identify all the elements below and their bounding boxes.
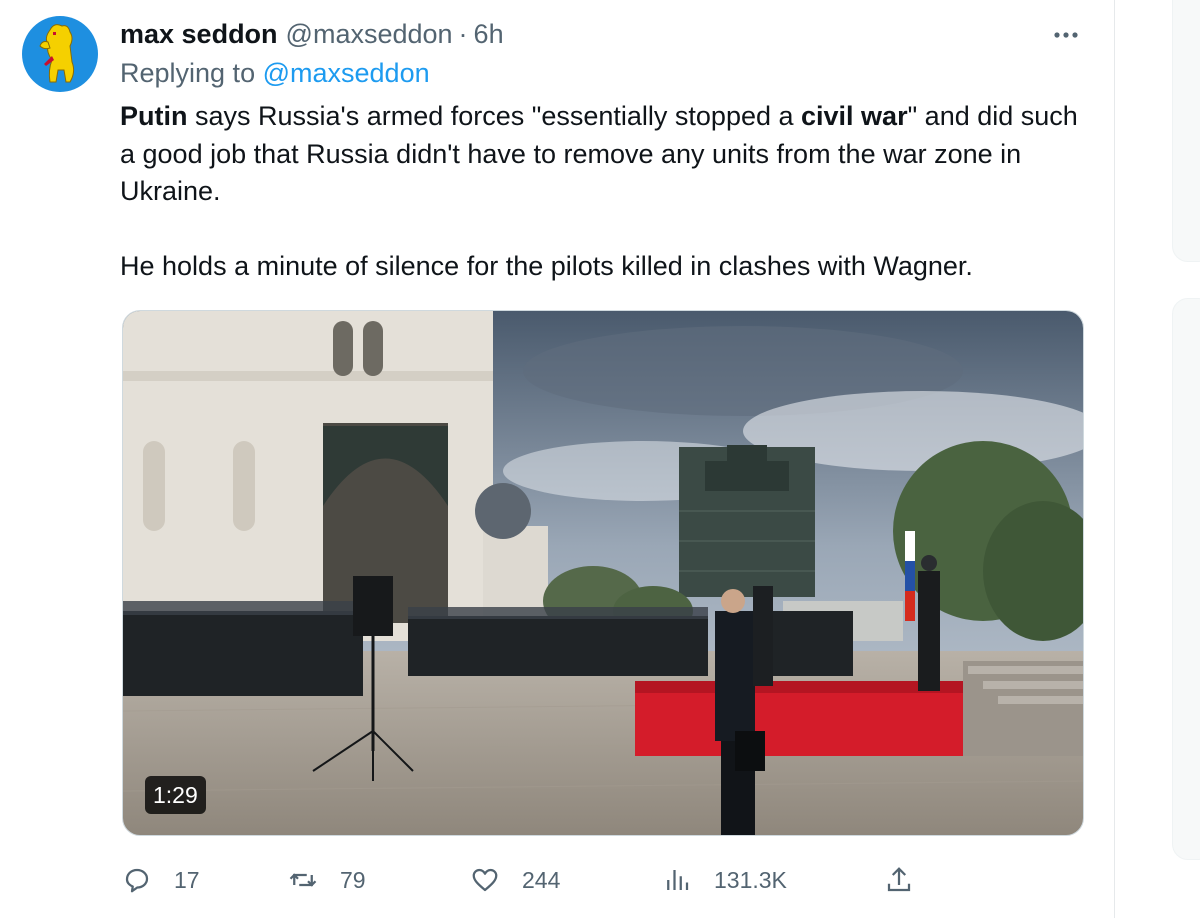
video-duration: 1:29 [145, 776, 206, 814]
text-span: says Russia's armed forces "essentially … [187, 101, 802, 131]
replying-to: Replying to @maxseddon [120, 58, 430, 89]
tweet-text: Putin says Russia's armed forces "essent… [120, 98, 1090, 286]
share-button[interactable] [884, 860, 914, 900]
reply-icon [125, 868, 149, 893]
separator: · [458, 18, 468, 49]
tweet-actions: 17 79 244 131.3K [0, 860, 1114, 900]
reply-count: 17 [174, 866, 200, 893]
avatar[interactable] [22, 16, 98, 92]
video-player[interactable]: 1:29 [122, 310, 1084, 836]
bold-text: Putin [120, 101, 188, 131]
share-icon [887, 867, 911, 892]
like-icon [472, 868, 498, 892]
repost-icon [289, 873, 317, 887]
views-button[interactable]: 131.3K [662, 860, 787, 900]
video-thumbnail [123, 311, 1083, 835]
repost-button[interactable]: 79 [288, 860, 366, 900]
views-icon [667, 870, 689, 890]
views-count: 131.3K [714, 866, 787, 893]
repost-count: 79 [340, 866, 366, 893]
sidebar-card [1172, 0, 1200, 262]
more-icon [1054, 32, 1078, 38]
bold-text: civil war [801, 101, 908, 131]
like-button[interactable]: 244 [470, 860, 560, 900]
replying-to-handle-link[interactable]: @maxseddon [263, 58, 430, 88]
author-name[interactable]: max seddon [120, 19, 278, 50]
author-handle[interactable]: @maxseddon [286, 19, 453, 50]
tweet-timestamp[interactable]: 6h [474, 19, 504, 50]
sidebar-card [1172, 298, 1200, 860]
bear-emblem-icon [22, 16, 98, 92]
like-count: 244 [522, 866, 561, 893]
column-divider [1114, 0, 1115, 918]
more-options-button[interactable] [1046, 22, 1086, 48]
tweet-paragraph: He holds a minute of silence for the pil… [120, 251, 973, 281]
replying-to-label: Replying to [120, 58, 256, 88]
tweet-header: max seddon @maxseddon · 6h [120, 14, 504, 54]
tweet-paragraph: Putin says Russia's armed forces "essent… [120, 98, 1090, 211]
reply-button[interactable]: 17 [122, 860, 200, 900]
